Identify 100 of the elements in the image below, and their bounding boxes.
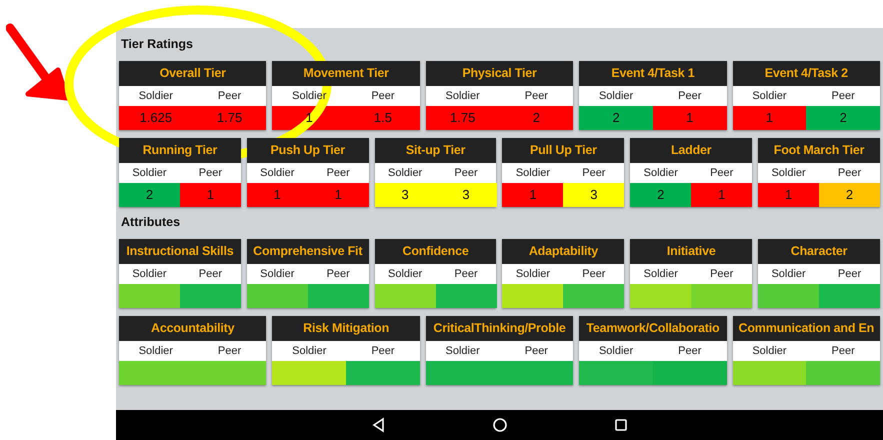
score-cell: 1: [652, 106, 727, 130]
score-cell: 2: [579, 106, 653, 130]
column-label: Peer: [216, 344, 242, 359]
column-label: Peer: [677, 344, 702, 359]
rating-card[interactable]: CriticalThinking/Proble Soldier Peer: [426, 316, 574, 385]
column-label: Soldier: [386, 166, 424, 181]
rating-card[interactable]: Communication and En Soldier Peer: [732, 316, 880, 385]
score-cell: 2: [806, 106, 880, 130]
column-label: Soldier: [131, 166, 168, 181]
rating-card[interactable]: Physical Tier Soldier Peer 1.75 2: [426, 61, 574, 130]
column-label: Peer: [524, 344, 549, 359]
score-cell: 1.75: [426, 106, 500, 130]
column-label: Peer: [216, 89, 242, 104]
column-label: Soldier: [444, 344, 481, 359]
card-title: Movement Tier: [272, 61, 420, 86]
rating-card[interactable]: Ladder Soldier Peer 2 1: [630, 138, 752, 207]
column-label: Soldier: [598, 89, 634, 104]
column-label: Peer: [198, 166, 223, 181]
score-cell: 1.5: [346, 106, 420, 130]
home-icon[interactable]: [492, 417, 508, 433]
card-title: CriticalThinking/Proble: [426, 316, 574, 341]
card-title: Confidence: [374, 239, 496, 264]
back-icon[interactable]: [370, 417, 386, 433]
card-title: Instructional Skills: [119, 239, 241, 264]
score-cell: 1.625: [119, 106, 193, 130]
column-label: Peer: [453, 166, 479, 181]
score-cell: 3: [563, 183, 624, 207]
column-label: Soldier: [770, 267, 807, 282]
rating-card[interactable]: Instructional Skills Soldier Peer: [119, 239, 241, 308]
recents-icon[interactable]: [612, 417, 628, 433]
column-label: Peer: [830, 344, 856, 359]
column-label: Soldier: [131, 267, 168, 282]
score-cell: 2: [630, 183, 692, 207]
score-cell: 1: [502, 183, 564, 207]
score-cell: 3: [436, 183, 496, 207]
section-heading: Tier Ratings: [120, 37, 194, 53]
column-label: Peer: [830, 89, 856, 104]
card-title: Character: [758, 239, 880, 264]
rating-card[interactable]: Event 4/Task 1 Soldier Peer 2 1: [579, 61, 727, 130]
column-label: Soldier: [444, 89, 481, 104]
column-label: Peer: [453, 267, 479, 282]
rating-card[interactable]: Push Up Tier Soldier Peer 1 1: [246, 138, 369, 207]
column-label: Soldier: [138, 344, 174, 359]
column-label: Soldier: [751, 89, 788, 104]
rating-card[interactable]: Accountability Soldier Peer: [119, 316, 266, 385]
rating-card[interactable]: Initiative Soldier Peer: [630, 239, 752, 308]
card-title: Adaptability: [502, 239, 624, 264]
section-heading: Attributes: [120, 215, 182, 231]
rating-card[interactable]: Pull Up Tier Soldier Peer 1 3: [502, 138, 624, 207]
rating-card[interactable]: Sit-up Tier Soldier Peer 3 3: [374, 138, 496, 207]
score-cell: 1.75: [192, 106, 266, 130]
rating-card[interactable]: Confidence Soldier Peer: [374, 239, 496, 308]
card-title: Comprehensive Fit: [246, 239, 369, 264]
column-label: Soldier: [138, 89, 174, 104]
score-cell: 1: [246, 183, 308, 207]
card-title: Teamwork/Collaboratio: [579, 316, 727, 341]
column-label: Peer: [677, 89, 702, 104]
column-label: Peer: [836, 267, 862, 282]
rating-card[interactable]: Overall Tier Soldier Peer 1.625 1.75: [119, 61, 266, 130]
card-title: Overall Tier: [119, 61, 266, 86]
score-cell: 1: [180, 183, 241, 207]
rating-card[interactable]: Teamwork/Collaboratio Soldier Peer: [579, 316, 727, 385]
rating-card[interactable]: Running Tier Soldier Peer 2 1: [119, 138, 241, 207]
score-cell: 2: [119, 183, 180, 207]
rating-card[interactable]: Comprehensive Fit Soldier Peer: [246, 239, 369, 308]
card-title: Accountability: [119, 316, 266, 341]
rating-card[interactable]: Risk Mitigation Soldier Peer: [272, 316, 420, 385]
column-label: Soldier: [642, 166, 679, 181]
column-label: Peer: [198, 267, 223, 282]
card-title: Pull Up Tier: [502, 138, 624, 163]
column-label: Soldier: [514, 166, 552, 181]
score-cell: 2: [500, 106, 574, 130]
column-label: Soldier: [514, 267, 552, 282]
rating-card[interactable]: Character Soldier Peer: [758, 239, 880, 308]
score-cell: 1: [732, 106, 806, 130]
column-label: Peer: [370, 89, 396, 104]
rating-card[interactable]: Adaptability Soldier Peer: [502, 239, 624, 308]
card-title: Event 4/Task 2: [732, 61, 880, 86]
column-label: Peer: [709, 166, 734, 181]
column-label: Soldier: [642, 267, 679, 282]
card-title: Push Up Tier: [246, 138, 369, 163]
column-label: Soldier: [751, 344, 788, 359]
score-cell: 3: [374, 183, 436, 207]
card-title: Ladder: [630, 138, 752, 163]
card-title: Foot March Tier: [758, 138, 880, 163]
score-cell: 1: [308, 183, 369, 207]
column-label: Peer: [524, 89, 549, 104]
card-title: Risk Mitigation: [272, 316, 420, 341]
column-label: Peer: [326, 267, 351, 282]
column-label: Soldier: [259, 166, 296, 181]
column-label: Soldier: [770, 166, 807, 181]
score-cell: 1: [758, 183, 820, 207]
rating-card[interactable]: Foot March Tier Soldier Peer 1 2: [758, 138, 880, 207]
score-cell: 2: [819, 183, 880, 207]
arrow-icon: [6, 22, 70, 102]
column-label: Soldier: [259, 267, 296, 282]
card-title: Physical Tier: [426, 61, 574, 86]
column-label: Peer: [581, 267, 606, 282]
card-title: Initiative: [630, 239, 752, 264]
rating-card[interactable]: Event 4/Task 2 Soldier Peer 1 2: [732, 61, 880, 130]
